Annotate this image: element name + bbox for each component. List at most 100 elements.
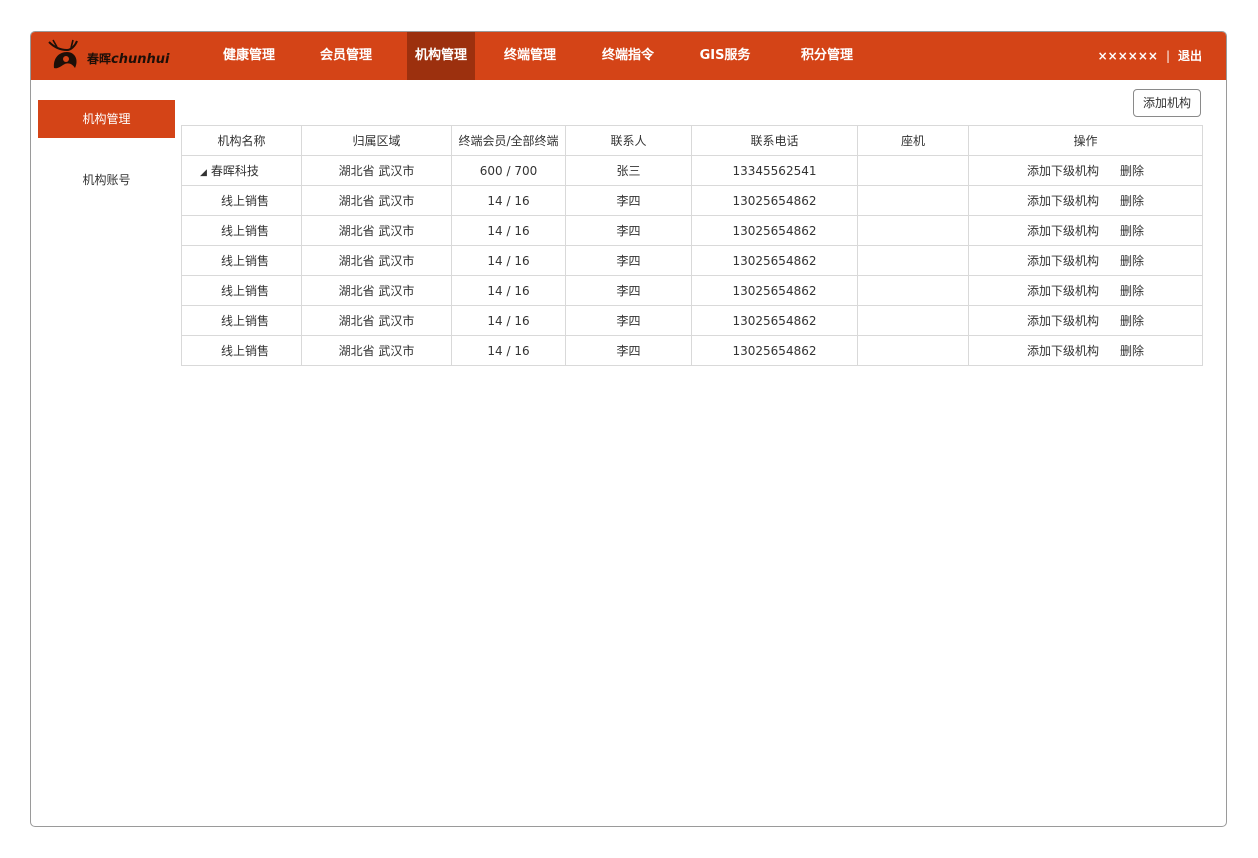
nav-points[interactable]: 积分管理 [785,32,869,80]
actions-cell: 添加下级机构 删除 [968,185,1203,216]
landline-cell [857,305,969,336]
add-sub-organization-link[interactable]: 添加下级机构 [1027,342,1099,359]
actions-cell: 添加下级机构 删除 [968,245,1203,276]
org-name-cell[interactable]: ◢ 春晖科技 [181,155,302,186]
phone-cell: 13025654862 [691,245,858,276]
deer-logo-icon [48,39,78,69]
landline-cell [857,245,969,276]
brand-name-en: chunhui [111,52,170,67]
sidebar-item-organization-accounts[interactable]: 机构账号 [38,161,175,199]
logout-link[interactable]: 退出 [1178,49,1202,63]
terminals-cell: 600 / 700 [451,155,566,186]
phone-cell: 13345562541 [691,155,858,186]
delete-link[interactable]: 删除 [1120,192,1144,209]
table-row: ◢ 春晖科技 湖北省 武汉市 600 / 700 张三 13345562541 添… [181,155,1203,186]
brand-name: 春晖chunhui [87,50,169,67]
nav-organizations[interactable]: 机构管理 [407,32,475,80]
region-cell: 湖北省 武汉市 [301,185,452,216]
region-cell: 湖北省 武汉市 [301,335,452,366]
contact-cell: 李四 [565,215,692,246]
delete-link[interactable]: 删除 [1120,342,1144,359]
column-header-region: 归属区域 [301,125,452,156]
org-name-cell[interactable]: 线上销售 [181,275,302,306]
username[interactable]: ×××××× [1098,49,1158,63]
delete-link[interactable]: 删除 [1120,162,1144,179]
column-header-name: 机构名称 [181,125,302,156]
region-cell: 湖北省 武汉市 [301,245,452,276]
top-navigation-bar: 春晖chunhui 健康管理 会员管理 机构管理 终端管理 终端指令 GIS服务… [31,32,1226,80]
table-row: 线上销售 湖北省 武汉市 14 / 16 李四 13025654862 添加下级… [181,275,1203,306]
contact-cell: 李四 [565,305,692,336]
add-sub-organization-link[interactable]: 添加下级机构 [1027,222,1099,239]
terminals-cell: 14 / 16 [451,215,566,246]
column-header-landline: 座机 [857,125,969,156]
table-row: 线上销售 湖北省 武汉市 14 / 16 李四 13025654862 添加下级… [181,245,1203,276]
landline-cell [857,275,969,306]
terminals-cell: 14 / 16 [451,245,566,276]
add-sub-organization-link[interactable]: 添加下级机构 [1027,312,1099,329]
landline-cell [857,335,969,366]
column-header-terminals: 终端会员/全部终端 [451,125,566,156]
actions-cell: 添加下级机构 删除 [968,305,1203,336]
app-window: 春晖chunhui 健康管理 会员管理 机构管理 终端管理 终端指令 GIS服务… [30,31,1227,827]
region-cell: 湖北省 武汉市 [301,305,452,336]
user-separator: | [1165,49,1170,63]
org-name-cell[interactable]: 线上销售 [181,185,302,216]
actions-cell: 添加下级机构 删除 [968,155,1203,186]
user-area: ×××××× | 退出 [1098,32,1202,80]
add-sub-organization-link[interactable]: 添加下级机构 [1027,282,1099,299]
region-cell: 湖北省 武汉市 [301,155,452,186]
org-name-cell[interactable]: 线上销售 [181,245,302,276]
add-sub-organization-link[interactable]: 添加下级机构 [1027,192,1099,209]
delete-link[interactable]: 删除 [1120,312,1144,329]
delete-link[interactable]: 删除 [1120,222,1144,239]
landline-cell [857,215,969,246]
actions-cell: 添加下级机构 删除 [968,275,1203,306]
table-row: 线上销售 湖北省 武汉市 14 / 16 李四 13025654862 添加下级… [181,215,1203,246]
actions-cell: 添加下级机构 删除 [968,215,1203,246]
column-header-phone: 联系电话 [691,125,858,156]
contact-cell: 李四 [565,275,692,306]
sidebar-item-organization-management[interactable]: 机构管理 [38,100,175,138]
nav-health[interactable]: 健康管理 [207,32,291,80]
phone-cell: 13025654862 [691,215,858,246]
nav-terminals[interactable]: 终端管理 [485,32,575,80]
region-cell: 湖北省 武汉市 [301,215,452,246]
nav-members[interactable]: 会员管理 [303,32,389,80]
add-organization-button[interactable]: 添加机构 [1133,89,1201,117]
terminals-cell: 14 / 16 [451,275,566,306]
add-sub-organization-link[interactable]: 添加下级机构 [1027,162,1099,179]
contact-cell: 张三 [565,155,692,186]
phone-cell: 13025654862 [691,275,858,306]
actions-cell: 添加下级机构 删除 [968,335,1203,366]
delete-link[interactable]: 删除 [1120,252,1144,269]
org-name-cell[interactable]: 线上销售 [181,305,302,336]
brand-logo[interactable]: 春晖chunhui [45,38,175,74]
terminals-cell: 14 / 16 [451,335,566,366]
organization-table: 机构名称 归属区域 终端会员/全部终端 联系人 联系电话 座机 操作 ◢ 春晖科技… [181,125,1203,366]
delete-link[interactable]: 删除 [1120,282,1144,299]
table-header-row: 机构名称 归属区域 终端会员/全部终端 联系人 联系电话 座机 操作 [181,125,1203,156]
terminals-cell: 14 / 16 [451,185,566,216]
column-header-contact: 联系人 [565,125,692,156]
nav-gis[interactable]: GIS服务 [683,32,767,80]
region-cell: 湖北省 武汉市 [301,275,452,306]
contact-cell: 李四 [565,335,692,366]
phone-cell: 13025654862 [691,185,858,216]
landline-cell [857,185,969,216]
contact-cell: 李四 [565,245,692,276]
add-sub-organization-link[interactable]: 添加下级机构 [1027,252,1099,269]
org-name-cell[interactable]: 线上销售 [181,215,302,246]
terminals-cell: 14 / 16 [451,305,566,336]
org-name: 春晖科技 [210,164,259,178]
table-row: 线上销售 湖北省 武汉市 14 / 16 李四 13025654862 添加下级… [181,335,1203,366]
phone-cell: 13025654862 [691,335,858,366]
nav-terminal-commands[interactable]: 终端指令 [583,32,673,80]
brand-name-cn: 春晖 [87,52,112,66]
contact-cell: 李四 [565,185,692,216]
triangle-down-icon[interactable]: ◢ [200,168,207,178]
phone-cell: 13025654862 [691,305,858,336]
table-row: 线上销售 湖北省 武汉市 14 / 16 李四 13025654862 添加下级… [181,185,1203,216]
column-header-actions: 操作 [968,125,1203,156]
org-name-cell[interactable]: 线上销售 [181,335,302,366]
